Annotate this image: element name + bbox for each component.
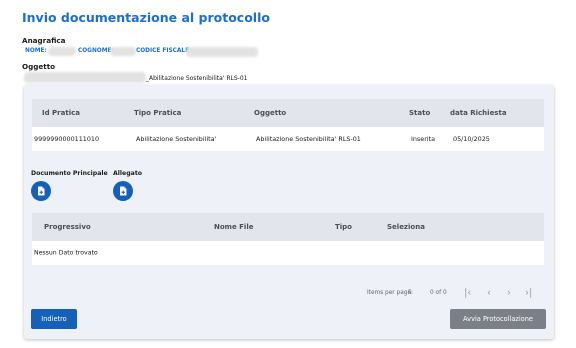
next-page-icon[interactable]: › [507,288,511,299]
oggetto-prefix-redacted [24,72,146,83]
range-label: 0 of 0 [430,290,447,296]
header-progressivo: Progressivo [44,223,91,231]
back-button[interactable]: Indietro [31,309,77,329]
cell-id-pratica: 9999990000111010 [34,135,100,143]
codice-fiscale-label: CODICE FISCALE: [136,48,192,54]
upload-allegato-button[interactable] [113,181,133,201]
upload-documento-principale-button[interactable] [31,181,51,201]
cell-oggetto: Abilitazione Sostenibilita' RLS-01 [256,135,361,143]
prev-page-icon[interactable]: ‹ [487,288,491,299]
file-add-icon [120,186,127,196]
items-per-page-label: Items per page: [367,290,413,296]
header-tipo: Tipo [335,223,352,231]
pratiche-table-header: Id Pratica Tipo Pratica Oggetto Stato da… [32,99,544,127]
items-per-page-select[interactable]: 5 [408,290,412,296]
documento-principale-label: Documento Principale [31,170,108,177]
first-page-icon[interactable]: |‹ [464,288,471,299]
oggetto-label: Oggetto [22,62,56,71]
header-id-pratica: Id Pratica [42,109,80,117]
pratiche-table: Id Pratica Tipo Pratica Oggetto Stato da… [32,99,544,151]
files-table: Progressivo Nome File Tipo Seleziona Nes… [32,213,544,265]
oggetto-value: _Abilitazione Sostenibilita' RLS-01 [146,75,248,82]
cell-stato: Inserita [411,135,436,143]
cell-tipo-pratica: Abilitazione Sostenibilita' [136,135,217,143]
page-title: Invio documentazione al protocollo [22,10,270,25]
anagrafica-label: Anagrafica [22,36,66,45]
allegato-label: Allegato [113,170,143,177]
header-stato: Stato [409,109,431,117]
cell-data-richiesta: 05/10/2025 [453,135,490,143]
codice-fiscale-value-redacted [186,47,258,57]
cognome-label: COGNOME: [78,48,114,54]
cognome-value-redacted [110,47,136,56]
header-nome-file: Nome File [214,223,254,231]
header-seleziona: Seleziona [387,223,425,231]
empty-message: Nessun Dato trovato [34,249,98,257]
files-table-header: Progressivo Nome File Tipo Seleziona [32,213,544,241]
table-row-empty: Nessun Dato trovato [32,241,544,265]
file-add-icon [38,186,45,196]
avvia-protocollazione-button[interactable]: Avvia Protocollazione [450,309,546,329]
header-oggetto: Oggetto [254,109,287,117]
nome-value-redacted [48,47,76,56]
header-tipo-pratica: Tipo Pratica [134,109,182,117]
main-card: Id Pratica Tipo Pratica Oggetto Stato da… [24,85,554,339]
paginator: Items per page: 5 0 of 0 |‹ ‹ › ›| [32,281,544,305]
table-row[interactable]: 9999990000111010 Abilitazione Sostenibil… [32,127,544,151]
last-page-icon[interactable]: ›| [525,288,532,299]
nome-label: NOME: [25,48,47,54]
header-data-richiesta: data Richiesta [450,109,507,117]
